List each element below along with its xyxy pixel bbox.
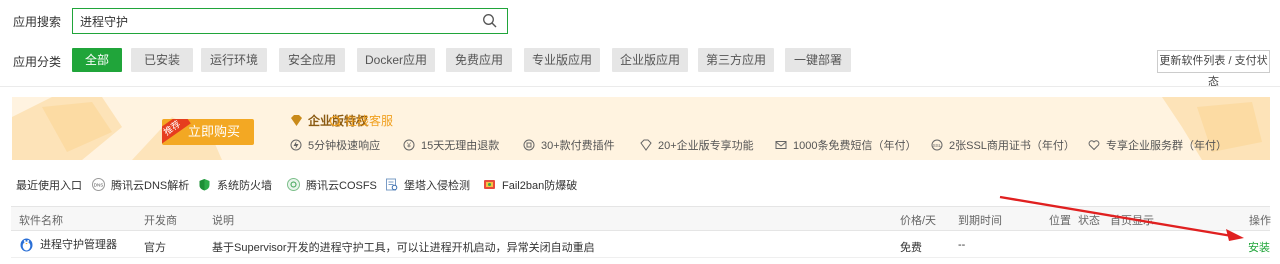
fail2ban-icon [484, 180, 495, 189]
category-enterprise[interactable]: 企业版应用 [612, 48, 688, 72]
divider [0, 86, 1280, 87]
recent-intrusion-detect[interactable]: 堡塔入侵检测 [385, 177, 470, 193]
recent-entries-label: 最近使用入口 [16, 180, 82, 192]
category-docker[interactable]: Docker应用 [357, 48, 435, 72]
col-software-name: 软件名称 [19, 215, 63, 227]
category-pro[interactable]: 专业版应用 [524, 48, 600, 72]
col-description: 说明 [212, 215, 234, 227]
recent-fail2ban[interactable]: Fail2ban防爆破 [483, 177, 577, 193]
update-software-list-button[interactable]: 更新软件列表 / 支付状态 [1157, 50, 1270, 88]
buy-now-label: 立即购买 [187, 124, 240, 139]
col-expiry: 到期时间 [958, 215, 1002, 227]
perk-features: 20+企业版专享功能 [640, 137, 754, 153]
dns-icon: DNS [92, 178, 105, 191]
svg-text:¥: ¥ [407, 143, 411, 150]
intrusion-detect-icon [386, 178, 398, 191]
plugin-icon [523, 139, 535, 151]
install-link[interactable]: 安装 [1248, 239, 1270, 255]
col-location: 位置 [1049, 215, 1071, 227]
col-price: 价格/天 [900, 215, 937, 227]
col-action: 操作 [1249, 215, 1271, 227]
row-separator [11, 257, 1270, 258]
svg-text:SSL: SSL [933, 143, 942, 148]
search-input[interactable] [73, 9, 473, 33]
table-row-name[interactable]: 进程守护管理器 [19, 236, 117, 252]
perk-plugins: 30+款付费插件 [523, 137, 615, 153]
mail-icon [775, 141, 787, 149]
recent-system-firewall[interactable]: 系统防火墙 [198, 177, 272, 193]
diamond-crown-icon [291, 115, 302, 126]
table-row-price: 免费 [900, 242, 922, 254]
col-developer: 开发商 [144, 215, 177, 227]
category-free[interactable]: 免费应用 [446, 48, 512, 72]
category-installed[interactable]: 已安装 [131, 48, 193, 72]
perk-service-group: 专享企业服务群（年付） [1088, 137, 1227, 153]
col-status: 状态 [1078, 215, 1100, 227]
search-box[interactable] [72, 8, 508, 34]
category-security[interactable]: 安全应用 [279, 48, 345, 72]
svg-text:DNS: DNS [94, 183, 104, 188]
diamond-icon [640, 139, 652, 151]
recent-tencent-cosfs[interactable]: 腾讯云COSFS [287, 177, 377, 193]
table-row-developer: 官方 [144, 242, 166, 254]
firewall-shield-icon [199, 179, 210, 191]
perk-response: 5分钟极速响应 [290, 137, 380, 153]
ssl-icon: SSL [931, 139, 943, 151]
search-icon[interactable] [482, 13, 498, 29]
search-label: 应用搜索 [13, 15, 62, 29]
cosfs-icon [287, 178, 300, 191]
category-runtime[interactable]: 运行环境 [201, 48, 267, 72]
recent-tencent-dns[interactable]: DNS 腾讯云DNS解析 [92, 177, 189, 193]
table-row-description: 基于Supervisor开发的进程守护工具，可以让进程开机启动，异常关闭自动重启 [212, 242, 595, 254]
col-homepage-display: 首页显示 [1110, 215, 1154, 227]
category-all[interactable]: 全部 [72, 48, 122, 72]
perk-sms: 1000条免费短信（年付） [775, 137, 916, 153]
category-label: 应用分类 [13, 55, 62, 69]
perk-ssl: SSL 2张SSL商用证书（年付） [931, 139, 1075, 152]
online-service-link[interactable]: 在线客服 [329, 112, 393, 129]
buy-now-button[interactable]: 推荐 立即购买 [162, 119, 254, 145]
recommend-tag: 推荐 [162, 119, 191, 145]
perk-refund: ¥15天无理由退款 [403, 137, 499, 153]
heart-icon [1088, 140, 1100, 151]
chat-icon [329, 115, 341, 127]
lightning-icon [290, 139, 302, 151]
category-one-click[interactable]: 一键部署 [785, 48, 851, 72]
supervisor-penguin-icon [20, 238, 33, 252]
table-row-expiry: -- [958, 239, 966, 251]
refund-icon: ¥ [403, 139, 415, 151]
category-third-party[interactable]: 第三方应用 [698, 48, 774, 72]
